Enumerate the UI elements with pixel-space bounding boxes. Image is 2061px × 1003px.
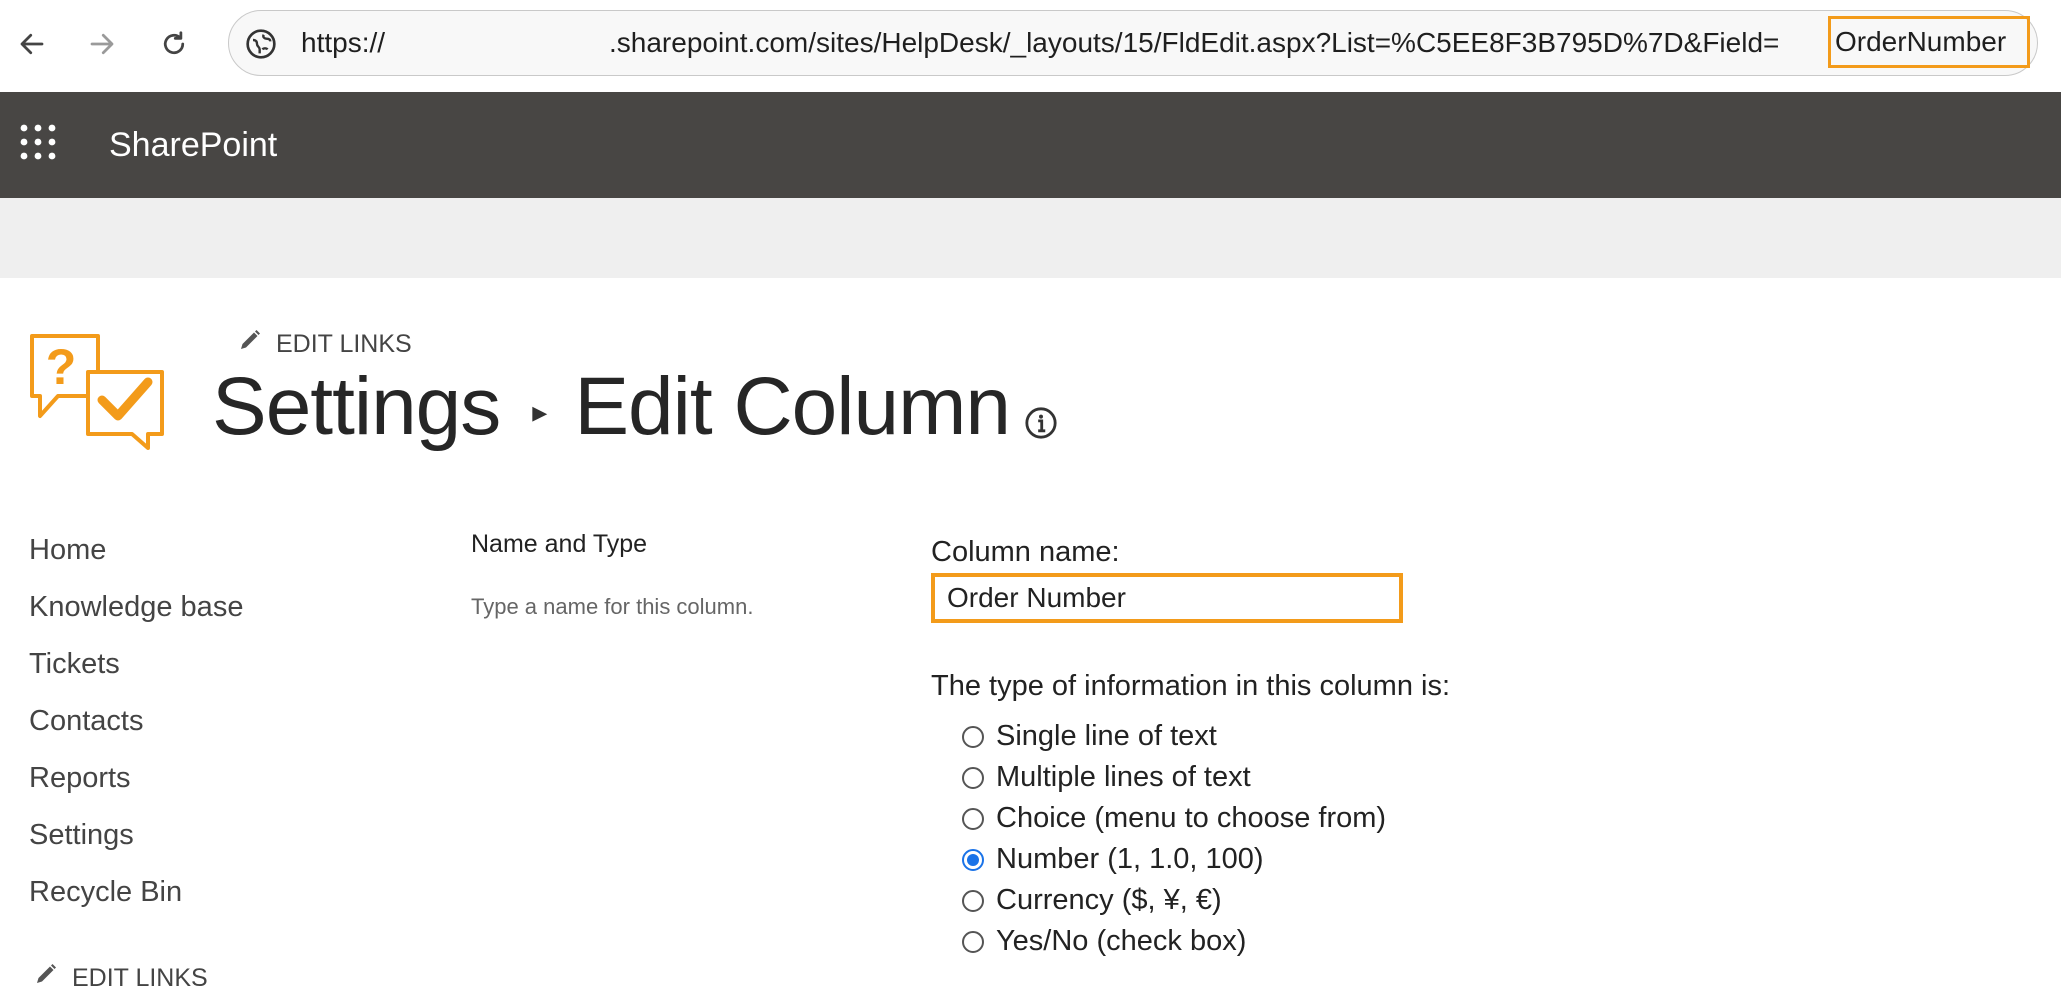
edit-links-top[interactable]: EDIT LINKS xyxy=(238,328,412,359)
url-field-value: OrderNumber xyxy=(1835,26,2007,57)
type-option-multiple-lines[interactable]: Multiple lines of text xyxy=(962,757,1386,798)
type-option-currency[interactable]: Currency ($, ¥, €) xyxy=(962,880,1386,921)
column-type-options: Single line of text Multiple lines of te… xyxy=(962,716,1386,962)
sharepoint-brand[interactable]: SharePoint xyxy=(109,126,277,165)
pencil-icon xyxy=(34,962,58,993)
forward-button[interactable] xyxy=(84,26,120,62)
section-title: Name and Type xyxy=(471,530,648,558)
left-navigation: Home Knowledge base Tickets Contacts Rep… xyxy=(29,530,243,929)
arrow-left-icon xyxy=(20,33,44,55)
nav-item-recycle-bin[interactable]: Recycle Bin xyxy=(29,872,243,929)
back-button[interactable] xyxy=(14,26,50,62)
nav-item-knowledge-base[interactable]: Knowledge base xyxy=(29,587,243,644)
breadcrumb-settings[interactable]: Settings xyxy=(212,361,501,452)
arrow-right-icon xyxy=(90,33,114,55)
browser-toolbar: https:// .sharepoint.com/sites/HelpDesk/… xyxy=(0,0,2061,93)
type-option-choice[interactable]: Choice (menu to choose from) xyxy=(962,798,1386,839)
type-option-label: Number (1, 1.0, 100) xyxy=(996,843,1264,875)
nav-item-contacts[interactable]: Contacts xyxy=(29,701,243,758)
radio-button[interactable] xyxy=(962,807,984,830)
globe-icon[interactable] xyxy=(245,28,277,60)
breadcrumb-separator-icon: ▸ xyxy=(532,395,547,429)
radio-button[interactable] xyxy=(962,930,984,953)
type-option-number[interactable]: Number (1, 1.0, 100) xyxy=(962,839,1386,880)
type-option-yes-no[interactable]: Yes/No (check box) xyxy=(962,921,1386,962)
nav-item-settings[interactable]: Settings xyxy=(29,815,243,872)
nav-item-tickets[interactable]: Tickets xyxy=(29,644,243,701)
ribbon-bar xyxy=(0,198,2061,278)
breadcrumb-current: Edit Column xyxy=(574,361,1011,452)
edit-links-label: EDIT LINKS xyxy=(276,330,412,358)
suite-bar: SharePoint xyxy=(0,92,2061,198)
type-option-label: Yes/No (check box) xyxy=(996,925,1247,957)
edit-links-bottom[interactable]: EDIT LINKS xyxy=(34,962,208,993)
column-name-label: Column name: xyxy=(931,536,1120,568)
radio-button[interactable] xyxy=(962,889,984,912)
pencil-icon xyxy=(238,328,262,359)
reload-button[interactable] xyxy=(156,26,192,62)
type-option-label: Choice (menu to choose from) xyxy=(996,802,1387,834)
nav-item-reports[interactable]: Reports xyxy=(29,758,243,815)
url-path: .sharepoint.com/sites/HelpDesk/_layouts/… xyxy=(609,27,1780,58)
radio-button[interactable] xyxy=(962,725,984,748)
reload-icon xyxy=(163,31,185,55)
page-title: Settings ▸ Edit Column xyxy=(212,360,1011,454)
nav-item-home[interactable]: Home xyxy=(29,530,243,587)
svg-text:?: ? xyxy=(46,339,77,395)
type-option-single-line[interactable]: Single line of text xyxy=(962,716,1386,757)
type-option-label: Multiple lines of text xyxy=(996,761,1251,793)
type-option-label: Single line of text xyxy=(996,720,1217,752)
helpdesk-logo-icon[interactable]: ? xyxy=(28,332,168,450)
radio-button-selected[interactable] xyxy=(962,848,984,871)
edit-links-label: EDIT LINKS xyxy=(72,964,208,992)
section-description: Type a name for this column. xyxy=(471,594,754,619)
url-scheme: https:// xyxy=(301,27,386,58)
column-name-input[interactable] xyxy=(931,573,1403,623)
address-bar[interactable]: https:// .sharepoint.com/sites/HelpDesk/… xyxy=(228,10,2038,76)
app-launcher-icon[interactable] xyxy=(18,122,58,162)
radio-button[interactable] xyxy=(962,766,984,789)
column-type-label: The type of information in this column i… xyxy=(931,670,1451,702)
info-icon[interactable] xyxy=(1024,406,1058,440)
type-option-label: Currency ($, ¥, €) xyxy=(996,884,1222,916)
